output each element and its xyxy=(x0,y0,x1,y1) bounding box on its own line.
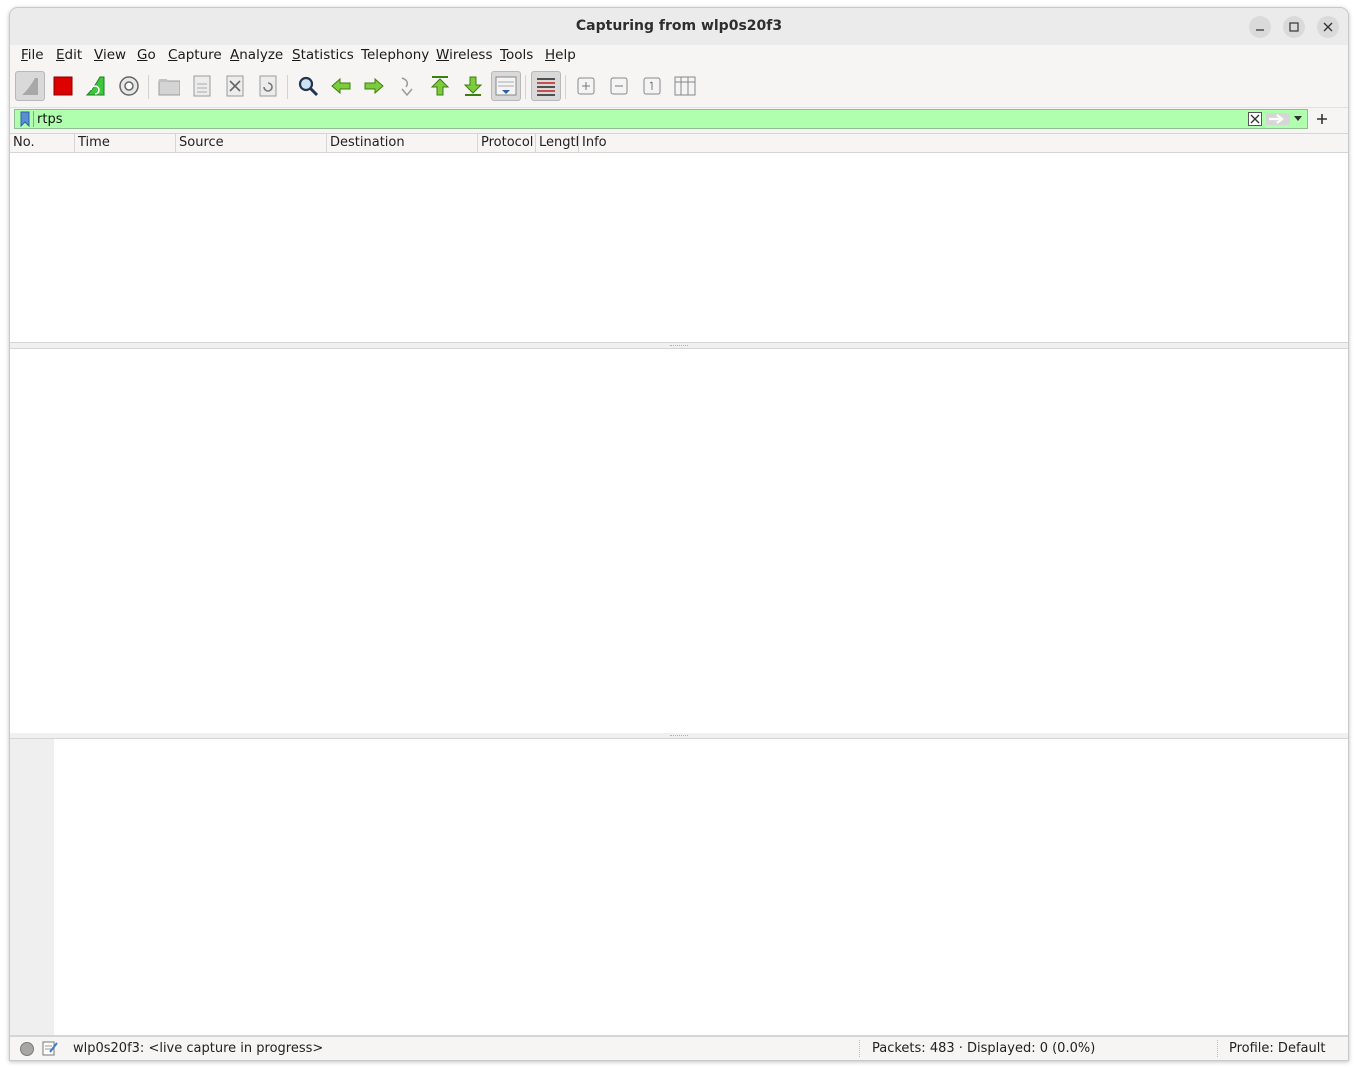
auto-scroll-icon xyxy=(495,76,517,96)
zoom-in-button[interactable] xyxy=(571,71,601,101)
reload-icon xyxy=(259,75,277,97)
colorize-button[interactable] xyxy=(531,71,561,101)
shark-fin-icon xyxy=(22,78,38,95)
packet-bytes-pane[interactable] xyxy=(10,738,1348,1036)
restart-capture-button[interactable] xyxy=(81,71,111,101)
menu-tools[interactable]: Tools xyxy=(500,47,533,63)
search-icon xyxy=(298,76,319,97)
column-protocol[interactable]: Protocol xyxy=(478,134,536,152)
close-icon xyxy=(1323,22,1333,32)
packets-count-text: Packets: 483 · Displayed: 0 (0.0%) xyxy=(872,1041,1096,1056)
normal-size-icon xyxy=(643,77,661,95)
go-back-button[interactable] xyxy=(326,71,356,101)
save-file-button[interactable] xyxy=(187,71,217,101)
close-window-button[interactable] xyxy=(1317,16,1339,38)
start-capture-button[interactable] xyxy=(15,71,45,101)
column-length[interactable]: Length xyxy=(536,134,579,152)
toolbar-separator xyxy=(565,75,566,99)
menu-help[interactable]: Help xyxy=(545,47,576,63)
plus-icon xyxy=(1317,114,1327,124)
filter-dropdown-chevron-icon[interactable] xyxy=(1294,116,1302,122)
normal-size-button[interactable] xyxy=(637,71,667,101)
title-bar: Capturing from wlp0s20f3 xyxy=(10,8,1348,46)
column-info[interactable]: Info xyxy=(579,134,1348,152)
folder-icon xyxy=(158,79,180,96)
packet-list-pane[interactable] xyxy=(10,153,1348,343)
go-to-packet-button[interactable] xyxy=(392,71,422,101)
clear-filter-icon[interactable] xyxy=(1248,112,1262,126)
stop-capture-button[interactable] xyxy=(48,71,78,101)
zoom-out-icon xyxy=(610,77,628,95)
column-source[interactable]: Source xyxy=(176,134,327,152)
apply-filter-arrow-icon[interactable] xyxy=(1266,112,1290,126)
filter-divider xyxy=(33,111,34,127)
column-destination[interactable]: Destination xyxy=(327,134,478,152)
menu-wireless[interactable]: Wireless xyxy=(436,47,493,63)
zoom-in-icon xyxy=(577,77,595,95)
display-filter-input[interactable] xyxy=(37,111,1217,127)
resize-columns-button[interactable] xyxy=(670,71,700,101)
status-separator xyxy=(859,1040,861,1057)
reload-file-button[interactable] xyxy=(253,71,283,101)
main-toolbar xyxy=(10,67,1348,108)
find-packet-button[interactable] xyxy=(293,71,323,101)
stop-icon xyxy=(53,76,73,96)
menu-view[interactable]: View xyxy=(94,47,126,63)
column-time[interactable]: Time xyxy=(75,134,176,152)
menu-file[interactable]: File xyxy=(21,47,44,63)
gear-icon xyxy=(119,76,139,96)
toolbar-separator xyxy=(148,75,149,99)
go-forward-button[interactable] xyxy=(359,71,389,101)
toolbar-separator xyxy=(287,75,288,99)
resize-columns-icon xyxy=(674,76,696,96)
expert-info-icon[interactable] xyxy=(19,1041,35,1057)
toolbar-separator xyxy=(525,75,526,99)
close-file-button[interactable] xyxy=(220,71,250,101)
menu-edit[interactable]: Edit xyxy=(56,47,82,63)
auto-scroll-button[interactable] xyxy=(491,71,521,101)
jump-arrow-icon xyxy=(401,77,413,97)
maximize-button[interactable] xyxy=(1283,16,1305,38)
display-filter-bar xyxy=(14,109,1308,129)
packet-details-pane[interactable] xyxy=(10,348,1348,734)
colorize-lines-icon xyxy=(537,78,555,96)
menu-capture[interactable]: Capture xyxy=(168,47,222,63)
window-title: Capturing from wlp0s20f3 xyxy=(575,18,783,34)
arrow-left-icon xyxy=(331,77,351,95)
splitter-grip xyxy=(670,345,688,347)
menu-analyze[interactable]: Analyze xyxy=(230,47,283,63)
go-first-packet-button[interactable] xyxy=(425,71,455,101)
open-file-button[interactable] xyxy=(154,71,184,101)
packet-list-header: No. Time Source Destination Protocol Len… xyxy=(10,133,1348,153)
close-file-icon xyxy=(226,75,244,97)
arrow-right-icon xyxy=(364,77,384,95)
column-no[interactable]: No. xyxy=(10,134,75,152)
bookmark-icon[interactable] xyxy=(18,111,32,127)
maximize-icon xyxy=(1289,22,1299,32)
go-last-packet-button[interactable] xyxy=(458,71,488,101)
menu-telephony[interactable]: Telephony xyxy=(361,47,429,63)
arrow-down-bar-icon xyxy=(463,76,483,96)
profile-text[interactable]: Profile: Default xyxy=(1229,1041,1325,1056)
status-bar: wlp0s20f3: <live capture in progress> Pa… xyxy=(10,1036,1348,1060)
restart-fin-icon xyxy=(85,76,105,96)
splitter-grip xyxy=(670,735,688,737)
menu-statistics[interactable]: Statistics xyxy=(292,47,354,63)
wireshark-window: Capturing from wlp0s20f3 File Edit View … xyxy=(9,7,1349,1061)
status-separator xyxy=(1217,1040,1219,1057)
add-filter-button[interactable] xyxy=(1315,109,1329,133)
minimize-button[interactable] xyxy=(1249,16,1271,38)
save-document-icon xyxy=(193,75,211,97)
menu-bar: File Edit View Go Capture Analyze Statis… xyxy=(10,45,1348,67)
minimize-icon xyxy=(1256,29,1264,31)
capture-options-button[interactable] xyxy=(114,71,144,101)
bytes-offset-gutter xyxy=(10,739,54,1035)
capture-comment-icon[interactable] xyxy=(42,1040,58,1056)
interface-status-text: wlp0s20f3: <live capture in progress> xyxy=(73,1041,324,1056)
arrow-up-bar-icon xyxy=(430,76,450,96)
menu-go[interactable]: Go xyxy=(137,47,156,63)
zoom-out-button[interactable] xyxy=(604,71,634,101)
